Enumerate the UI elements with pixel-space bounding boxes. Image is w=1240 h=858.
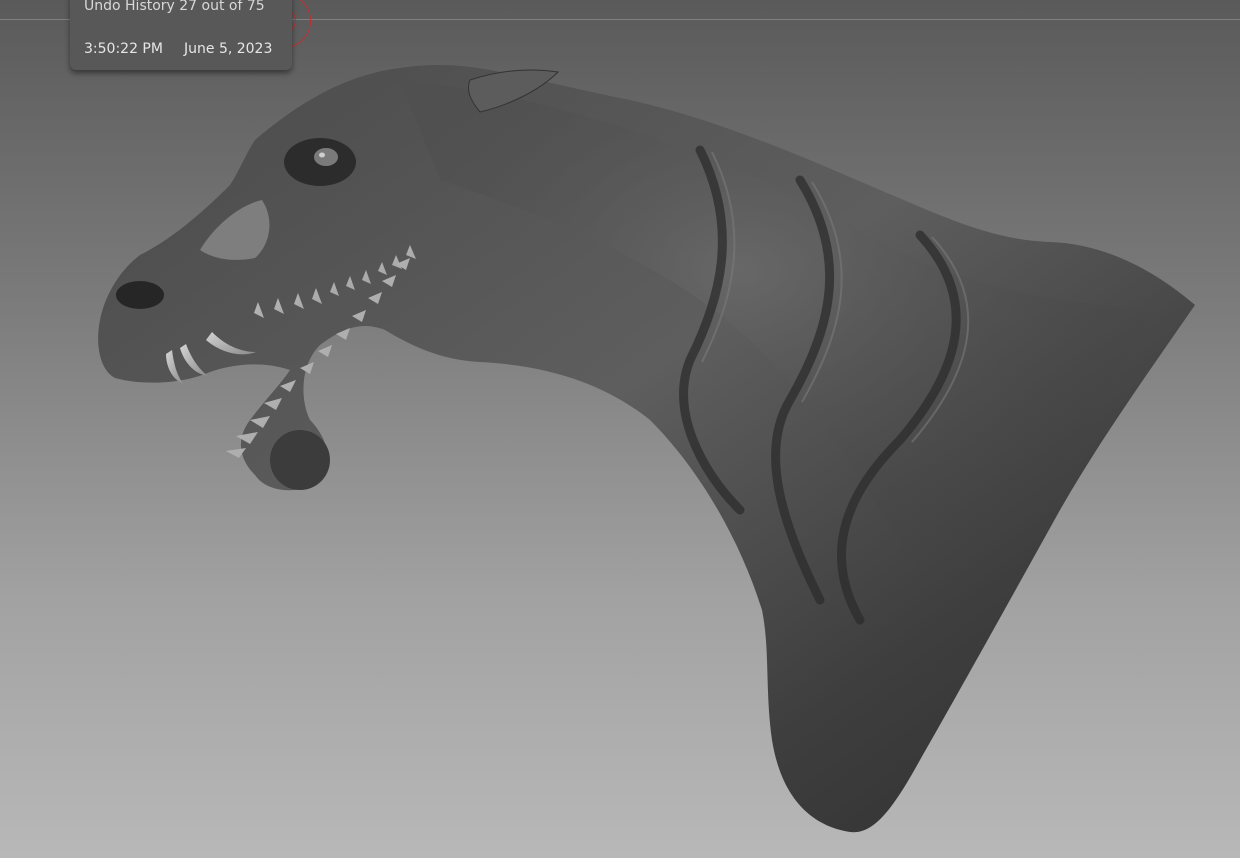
sculpt-viewport[interactable]: Undo History 27 out of 75 3:50:22 PM Jun…	[0, 0, 1240, 858]
undo-timestamp-time: 3:50:22 PM	[84, 41, 163, 57]
undo-history-label: Undo History 27 out of 75	[84, 0, 265, 14]
undo-history-tooltip: Undo History 27 out of 75 3:50:22 PM Jun…	[70, 0, 292, 70]
sculpt-model-horse-head[interactable]	[0, 0, 1240, 858]
undo-timestamp-date: June 5, 2023	[184, 41, 273, 57]
